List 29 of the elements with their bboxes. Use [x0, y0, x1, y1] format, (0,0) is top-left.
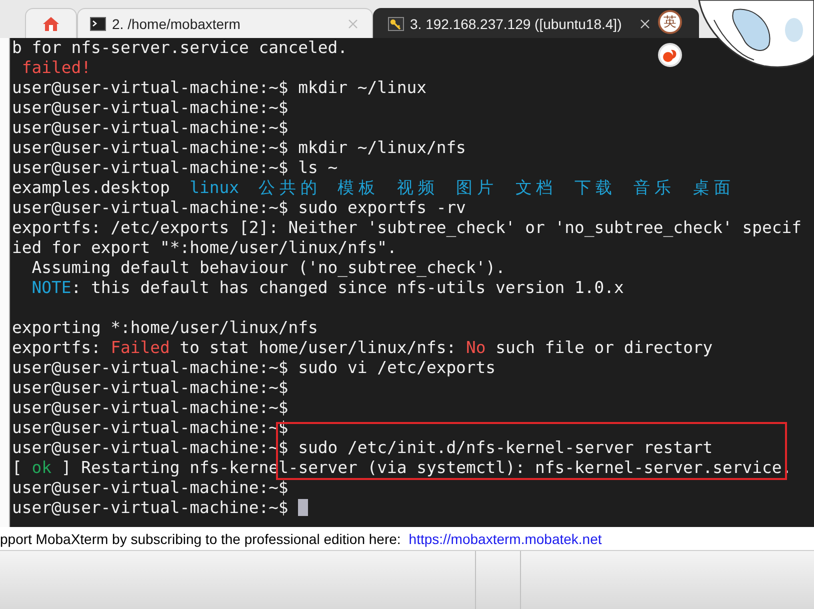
- terminal-line: Assuming default behaviour ('no_subtree_check').: [30, 258, 506, 278]
- terminal-line: failed!: [20, 58, 91, 78]
- terminal-line: ied for export "*:home/user/linux/nfs".: [12, 238, 397, 258]
- terminal-line: user@user-virtual-machine:~$ mkdir ~/linux: [12, 78, 426, 98]
- link[interactable]: https://mobaxterm.mobatek.net: [408, 530, 602, 546]
- terminal-line: user@user-virtual-machine:~$ sudo vi /etc/exports: [12, 358, 496, 378]
- terminal-line: user@user-virtual-machine:~$ ls ~: [12, 158, 338, 178]
- terminal-line: user@user-virtual-machine:~$: [12, 378, 288, 398]
- key-icon: [388, 16, 404, 30]
- terminal-line: exporting *:home/user/linux/nfs: [12, 318, 318, 338]
- terminal-line: b for nfs-server.service canceled.: [12, 38, 348, 58]
- terminal-line: user@user-virtual-machine:~$ sudo exportfs -rv: [12, 198, 466, 218]
- status-text: pport MobaXterm by subscribing to the professional edition here:: [0, 530, 401, 546]
- terminal-line: examples.desktop linux 公共的 模板 视频 图片 文档 下载 音乐 桌面: [12, 178, 732, 198]
- terminal-panel[interactable]: [10, 38, 814, 527]
- tab[interactable]: [25, 8, 77, 38]
- home-icon: [42, 16, 60, 32]
- terminal-line: exportfs: Failed to stat home/user/linux/nfs: No such file or directory: [12, 338, 713, 358]
- terminal-line: user@user-virtual-machine:~$: [12, 498, 308, 518]
- terminal-line: user@user-virtual-machine:~$: [12, 398, 288, 418]
- terminal-line: exportfs: /etc/exports [2]: Neither 'subtree_check' or 'no_subtree_check' specif: [12, 218, 802, 238]
- terminal-line: user@user-virtual-machine:~$: [12, 98, 288, 118]
- terminal-line: NOTE: this default has changed since nfs-utils version 1.0.x: [30, 278, 624, 298]
- terminal-line: user@user-virtual-machine:~$: [12, 118, 288, 138]
- tab[interactable]: 2. /home/mobaxterm: [77, 8, 373, 38]
- terminal-icon: [90, 16, 106, 30]
- close-icon[interactable]: [640, 18, 650, 28]
- terminal-line: user@user-virtual-machine:~$: [12, 478, 288, 498]
- terminal-line: user@user-virtual-machine:~$ mkdir ~/linux/nfs: [12, 138, 466, 158]
